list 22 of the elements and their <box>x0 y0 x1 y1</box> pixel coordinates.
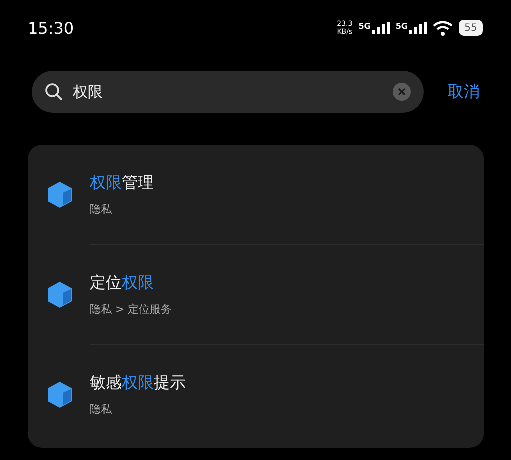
cube-icon <box>47 180 73 208</box>
cube-icon <box>47 380 73 408</box>
battery-level: 55 <box>464 22 478 34</box>
cancel-button[interactable]: 取消 <box>448 82 480 102</box>
network-type: 5G <box>396 22 408 31</box>
clear-icon[interactable] <box>393 83 411 101</box>
search-result[interactable]: 权限管理 隐私 <box>28 145 484 244</box>
result-path: 隐私 <box>90 402 113 416</box>
signal-icon <box>409 22 427 34</box>
network-type: 5G <box>358 22 371 31</box>
search-field[interactable]: 权限 <box>32 71 424 113</box>
search-result[interactable]: 定位权限 隐私 > 定位服务 <box>90 244 484 344</box>
cube-icon <box>47 280 73 308</box>
clock-time: 15:30 <box>28 18 74 38</box>
result-title: 敏感权限提示 <box>90 372 186 394</box>
result-path: 隐私 > 定位服务 <box>90 302 172 316</box>
signal-icon <box>372 22 390 34</box>
wifi-icon <box>433 20 453 36</box>
result-title: 定位权限 <box>90 272 155 294</box>
result-path: 隐私 <box>90 202 113 216</box>
result-title: 权限管理 <box>90 172 154 194</box>
search-result[interactable]: 敏感权限提示 隐私 <box>90 344 484 444</box>
